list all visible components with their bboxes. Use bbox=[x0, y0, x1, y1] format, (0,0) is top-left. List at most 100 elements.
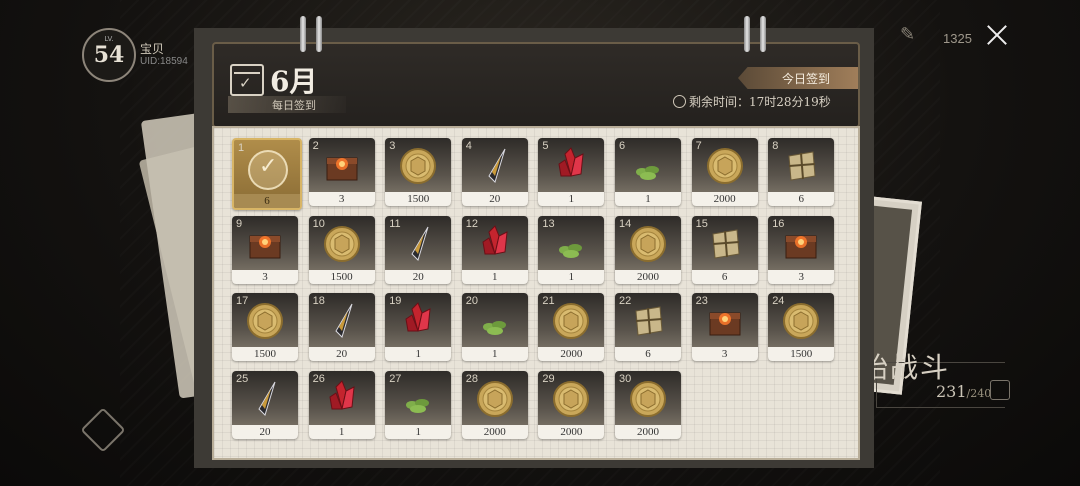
reward-cell-day-23[interactable]: 23 3 bbox=[691, 293, 758, 361]
day-number: 7 bbox=[695, 140, 702, 152]
reward-quantity: 3 bbox=[232, 269, 298, 284]
reward-cell-day-14[interactable]: 14 2000 bbox=[615, 215, 681, 284]
bundle-icon bbox=[628, 301, 668, 341]
reward-cell-day-8[interactable]: 86 bbox=[768, 138, 835, 206]
reward-cell-day-2[interactable]: 23 bbox=[308, 138, 375, 206]
reward-quantity: 1 bbox=[461, 269, 528, 284]
day-number: 8 bbox=[772, 140, 779, 152]
reward-cell-day-22[interactable]: 22 6 bbox=[615, 293, 681, 361]
reward-quantity: 1 bbox=[538, 192, 605, 206]
herb-icon bbox=[475, 301, 515, 341]
reward-quantity: 1 bbox=[615, 192, 681, 206]
close-button[interactable] bbox=[984, 22, 1010, 48]
month-title: 6月 bbox=[270, 65, 318, 98]
crystal-icon bbox=[322, 379, 362, 419]
coin-icon bbox=[551, 301, 591, 341]
bundle-icon bbox=[781, 146, 821, 186]
herb-icon bbox=[551, 224, 591, 264]
ring-icon bbox=[744, 16, 750, 52]
coin-icon bbox=[551, 379, 591, 419]
reward-cell-day-19[interactable]: 19 1 bbox=[385, 293, 452, 361]
reward-cell-day-4[interactable]: 4 20 bbox=[461, 138, 528, 206]
crystal-icon bbox=[551, 146, 591, 186]
coin-icon bbox=[475, 379, 515, 419]
day-number: 4 bbox=[465, 140, 472, 152]
reward-quantity: 2000 bbox=[538, 347, 605, 361]
reward-cell-day-25[interactable]: 25 20 bbox=[232, 370, 298, 439]
reward-quantity: 3 bbox=[768, 269, 835, 284]
ring-icon bbox=[300, 16, 306, 52]
coin-icon bbox=[398, 146, 438, 186]
reward-cell-day-15[interactable]: 15 6 bbox=[691, 215, 758, 284]
coin-icon bbox=[322, 224, 362, 264]
stamina-value: 231 bbox=[936, 382, 967, 401]
reward-cell-day-5[interactable]: 51 bbox=[538, 138, 605, 206]
reward-cell-day-12[interactable]: 12 1 bbox=[461, 215, 528, 284]
day-number: 6 bbox=[619, 140, 626, 152]
reward-quantity: 1 bbox=[385, 424, 452, 439]
today-signin-label[interactable]: 今日签到 bbox=[782, 70, 830, 87]
player-name: 宝贝 bbox=[140, 42, 165, 56]
chest-icon bbox=[705, 301, 745, 341]
reward-cell-day-18[interactable]: 18 20 bbox=[308, 293, 375, 361]
coin-icon bbox=[705, 146, 745, 186]
reward-quantity: 2000 bbox=[615, 424, 681, 439]
reward-cell-day-21[interactable]: 21 2000 bbox=[538, 293, 605, 361]
reward-quantity: 2000 bbox=[538, 424, 605, 439]
level-number: 54 bbox=[93, 42, 125, 68]
reward-cell-day-6[interactable]: 61 bbox=[615, 138, 681, 206]
bundle-icon bbox=[705, 224, 745, 264]
reward-quantity: 6 bbox=[234, 194, 300, 208]
reward-quantity: 20 bbox=[308, 347, 375, 361]
reward-quantity: 1 bbox=[385, 347, 452, 361]
stamina-add-icon[interactable] bbox=[990, 380, 1010, 400]
reward-quantity: 2000 bbox=[691, 192, 758, 206]
reward-quantity: 1500 bbox=[768, 347, 835, 361]
clock-icon bbox=[673, 95, 686, 108]
reward-quantity: 20 bbox=[461, 192, 528, 206]
reward-cell-day-28[interactable]: 28 2000 bbox=[461, 370, 528, 439]
reward-cell-day-1[interactable]: 16 bbox=[232, 138, 302, 210]
day-number: 2 bbox=[312, 140, 319, 152]
stamina-max: /240 bbox=[966, 387, 992, 400]
reward-cell-day-26[interactable]: 26 1 bbox=[308, 370, 375, 439]
crystal-icon bbox=[398, 301, 438, 341]
reward-cell-day-20[interactable]: 20 1 bbox=[461, 293, 528, 361]
calendar-icon bbox=[230, 64, 264, 96]
herb-icon bbox=[628, 146, 668, 186]
coin-icon bbox=[245, 301, 285, 341]
feather-icon bbox=[245, 379, 285, 419]
reward-quantity: 1 bbox=[461, 347, 528, 361]
feather-icon bbox=[322, 301, 362, 341]
reward-cell-day-17[interactable]: 17 1500 bbox=[232, 293, 298, 361]
reward-quantity: 20 bbox=[232, 424, 298, 439]
day-number: 3 bbox=[389, 140, 396, 152]
subtitle: 每日签到 bbox=[272, 99, 316, 112]
chest-icon bbox=[781, 224, 821, 264]
reward-quantity: 6 bbox=[768, 192, 835, 206]
reward-cell-day-10[interactable]: 10 1500 bbox=[308, 215, 375, 284]
reward-quantity: 1500 bbox=[385, 192, 452, 206]
reward-quantity: 1 bbox=[308, 424, 375, 439]
reward-cell-day-24[interactable]: 24 1500 bbox=[768, 293, 835, 361]
feather-icon bbox=[398, 224, 438, 264]
level-badge: LV. 54 bbox=[82, 28, 136, 82]
reward-cell-day-29[interactable]: 29 2000 bbox=[538, 370, 605, 439]
reward-cell-day-27[interactable]: 27 1 bbox=[385, 370, 452, 439]
day-number: 5 bbox=[542, 140, 549, 152]
reward-cell-day-16[interactable]: 16 3 bbox=[768, 215, 835, 284]
reward-cell-day-11[interactable]: 11 20 bbox=[385, 215, 452, 284]
reward-cell-day-3[interactable]: 3 1500 bbox=[385, 138, 452, 206]
reward-cell-day-30[interactable]: 30 2000 bbox=[615, 370, 681, 439]
reward-quantity: 3 bbox=[691, 347, 758, 361]
chest-icon bbox=[245, 224, 285, 264]
reward-cell-day-7[interactable]: 7 2000 bbox=[691, 138, 758, 206]
day-number: 1 bbox=[238, 142, 245, 154]
reward-quantity: 3 bbox=[308, 192, 375, 206]
reward-cell-day-13[interactable]: 13 1 bbox=[538, 215, 605, 284]
reward-cell-day-9[interactable]: 93 bbox=[232, 215, 298, 284]
feather-icon bbox=[475, 146, 515, 186]
coin-icon bbox=[628, 379, 668, 419]
reward-quantity: 2000 bbox=[461, 424, 528, 439]
stamina-display: 231/240 bbox=[936, 382, 991, 401]
